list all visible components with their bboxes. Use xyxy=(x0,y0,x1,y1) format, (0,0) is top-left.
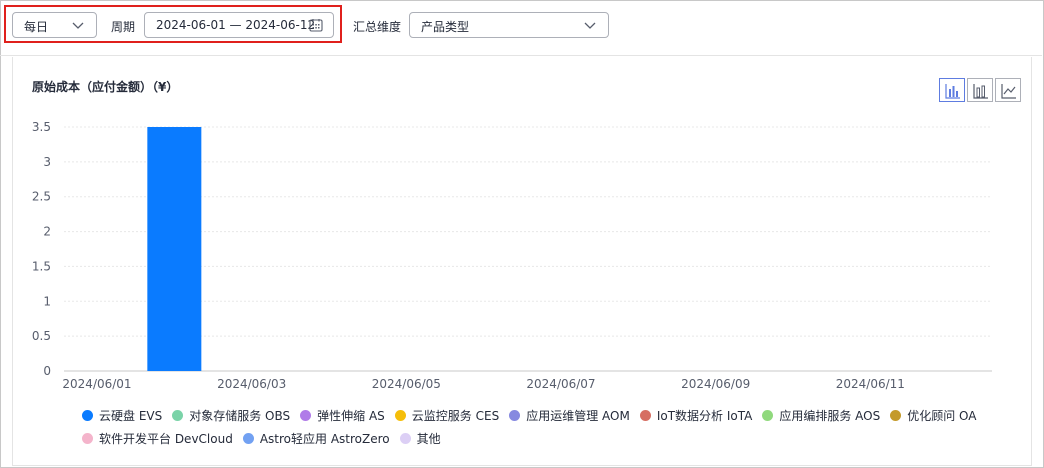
legend-swatch xyxy=(242,433,254,444)
legend-swatch xyxy=(639,410,651,421)
legend-item[interactable]: 弹性伸缩 AS xyxy=(300,404,385,427)
legend-label: 应用运维管理 AOM xyxy=(526,409,630,423)
y-tick-label: 2.5 xyxy=(32,190,51,204)
y-tick-label: 3.5 xyxy=(32,120,51,134)
x-tick-label: 2024/06/05 xyxy=(372,377,441,391)
legend-swatch xyxy=(509,410,521,421)
legend-item[interactable]: 其他 xyxy=(399,427,441,450)
legend-swatch xyxy=(399,433,411,444)
legend-label: IoT数据分析 IoTA xyxy=(656,409,753,423)
y-tick-label: 0 xyxy=(43,364,51,378)
legend-swatch xyxy=(394,410,406,421)
legend-label: 对象存储服务 OBS xyxy=(189,409,291,423)
legend-swatch xyxy=(300,410,312,421)
legend-swatch xyxy=(82,433,93,444)
legend-item[interactable]: IoT数据分析 IoTA xyxy=(639,404,753,427)
legend-label: 应用编排服务 AOS xyxy=(779,409,881,423)
x-tick-label: 2024/06/01 xyxy=(62,377,131,391)
cost-bar-chart: 0 0.5 1 1.5 2 2.5 3 3.5 2024/06/01 2024/06/03 2024… xyxy=(32,120,992,391)
legend-label: Astro轻应用 AstroZero xyxy=(259,432,390,446)
legend-label: 云硬盘 EVS xyxy=(99,409,163,423)
x-tick-label: 2024/06/07 xyxy=(526,377,595,391)
legend-label: 其他 xyxy=(416,432,441,446)
legend-item[interactable]: 云监控服务 CES xyxy=(394,404,500,427)
legend-item[interactable]: 优化顾问 OA xyxy=(890,404,977,427)
legend-item[interactable]: Astro轻应用 AstroZero xyxy=(242,427,390,450)
legend-item[interactable]: 应用编排服务 AOS xyxy=(762,404,880,427)
y-tick-label: 1.5 xyxy=(32,259,51,273)
legend-item[interactable]: 软件开发平台 DevCloud xyxy=(82,427,233,450)
y-tick-label: 0.5 xyxy=(32,329,51,343)
legend-item[interactable]: 应用运维管理 AOM xyxy=(509,404,630,427)
x-tick-label: 2024/06/09 xyxy=(681,377,750,391)
bar xyxy=(147,127,202,371)
y-tick-label: 3 xyxy=(43,155,51,169)
chart-legend: 云硬盘 EVS 对象存储服务 OBS 弹性伸缩 AS 云监控服务 CES 应用运维管理 … xyxy=(82,404,1002,450)
legend-swatch xyxy=(762,410,774,421)
x-tick-label: 2024/06/11 xyxy=(836,377,905,391)
legend-label: 优化顾问 OA xyxy=(907,409,977,423)
x-tick-label: 2024/06/03 xyxy=(217,377,286,391)
legend-swatch xyxy=(82,410,93,421)
legend-swatch xyxy=(890,410,902,421)
legend-item[interactable]: 云硬盘 EVS xyxy=(82,404,162,427)
legend-item[interactable]: 对象存储服务 OBS xyxy=(172,404,290,427)
y-tick-label: 1 xyxy=(43,294,51,308)
legend-label: 云监控服务 CES xyxy=(411,409,500,423)
legend-swatch xyxy=(172,410,184,421)
y-tick-label: 2 xyxy=(43,225,51,239)
legend-label: 弹性伸缩 AS xyxy=(317,409,385,423)
legend-label: 软件开发平台 DevCloud xyxy=(99,432,233,446)
